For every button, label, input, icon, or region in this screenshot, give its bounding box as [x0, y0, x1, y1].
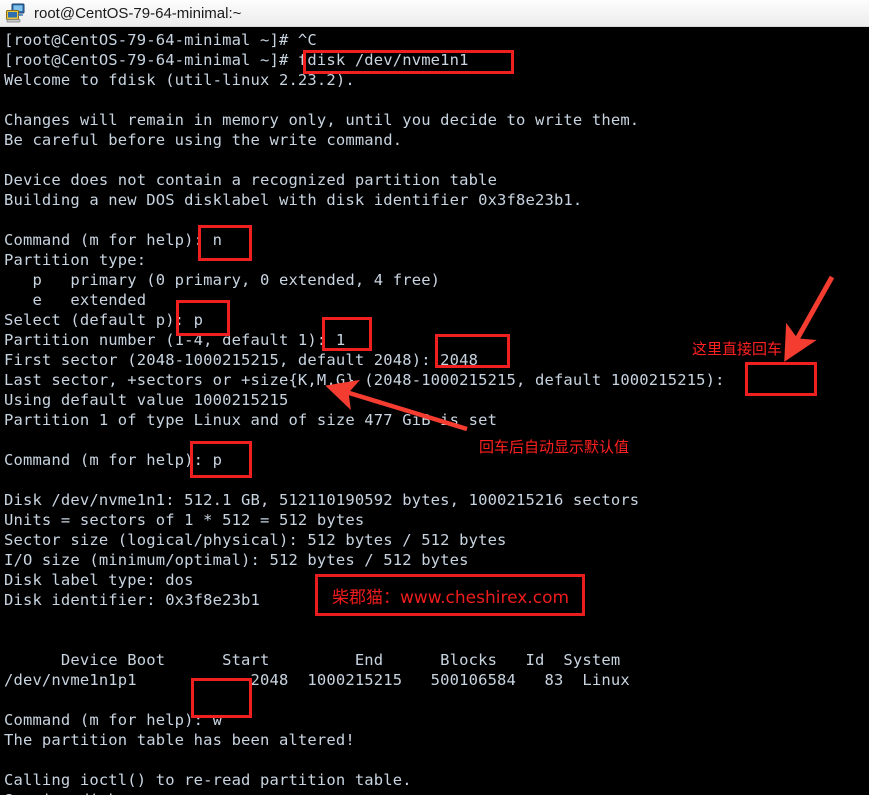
terminal-line: Command (m for help): w: [4, 711, 223, 729]
terminal-line: Disk label type: dos: [4, 571, 194, 589]
terminal-line: Command (m for help): n: [4, 231, 223, 249]
terminal-screen[interactable]: [root@CentOS-79-64-minimal ~]# ^C [root@C…: [0, 27, 869, 795]
terminal-line: p primary (0 primary, 0 extended, 4 free…: [4, 271, 441, 289]
terminal-line: Device does not contain a recognized par…: [4, 171, 498, 189]
terminal-output: [root@CentOS-79-64-minimal ~]# ^C [root@C…: [4, 30, 866, 795]
terminal-line: [root@CentOS-79-64-minimal ~]# ^C: [4, 31, 317, 49]
terminal-line: Using default value 1000215215: [4, 391, 289, 409]
terminal-line: Calling ioctl() to re-read partition tab…: [4, 771, 412, 789]
terminal-line: Sector size (logical/physical): 512 byte…: [4, 531, 507, 549]
terminal-line: Partition number (1-4, default 1): 1: [4, 331, 346, 349]
terminal-line: Device Boot Start End Blocks Id System: [4, 651, 621, 669]
terminal-line: The partition table has been altered!: [4, 731, 355, 749]
terminal-line: /dev/nvme1n1p1 2048 1000215215 500106584…: [4, 671, 630, 689]
terminal-line: Partition type:: [4, 251, 147, 269]
terminal-line: Disk identifier: 0x3f8e23b1: [4, 591, 261, 609]
terminal-line: First sector (2048-1000215215, default 2…: [4, 351, 479, 369]
terminal-line: Welcome to fdisk (util-linux 2.23.2).: [4, 71, 355, 89]
terminal-line: Select (default p): p: [4, 311, 204, 329]
terminal-line: Changes will remain in memory only, unti…: [4, 111, 640, 129]
putty-icon: [6, 3, 25, 23]
terminal-line: Be careful before using the write comman…: [4, 131, 403, 149]
terminal-line: Units = sectors of 1 * 512 = 512 bytes: [4, 511, 365, 529]
terminal-line: Building a new DOS disklabel with disk i…: [4, 191, 583, 209]
terminal-line: Disk /dev/nvme1n1: 512.1 GB, 51211019059…: [4, 491, 640, 509]
terminal-line: Partition 1 of type Linux and of size 47…: [4, 411, 498, 429]
terminal-line: Command (m for help): p: [4, 451, 223, 469]
terminal-line: I/O size (minimum/optimal): 512 bytes / …: [4, 551, 469, 569]
window-titlebar: root@CentOS-79-64-minimal:~: [0, 0, 869, 27]
putty-window: root@CentOS-79-64-minimal:~ [root@CentOS…: [0, 0, 869, 795]
terminal-line: Last sector, +sectors or +size{K,M,G} (2…: [4, 371, 735, 389]
window-title: root@CentOS-79-64-minimal:~: [34, 4, 242, 22]
terminal-line: e extended: [4, 291, 147, 309]
terminal-line: Syncing disks.: [4, 790, 866, 795]
terminal-line: [root@CentOS-79-64-minimal ~]# fdisk /de…: [4, 51, 469, 69]
